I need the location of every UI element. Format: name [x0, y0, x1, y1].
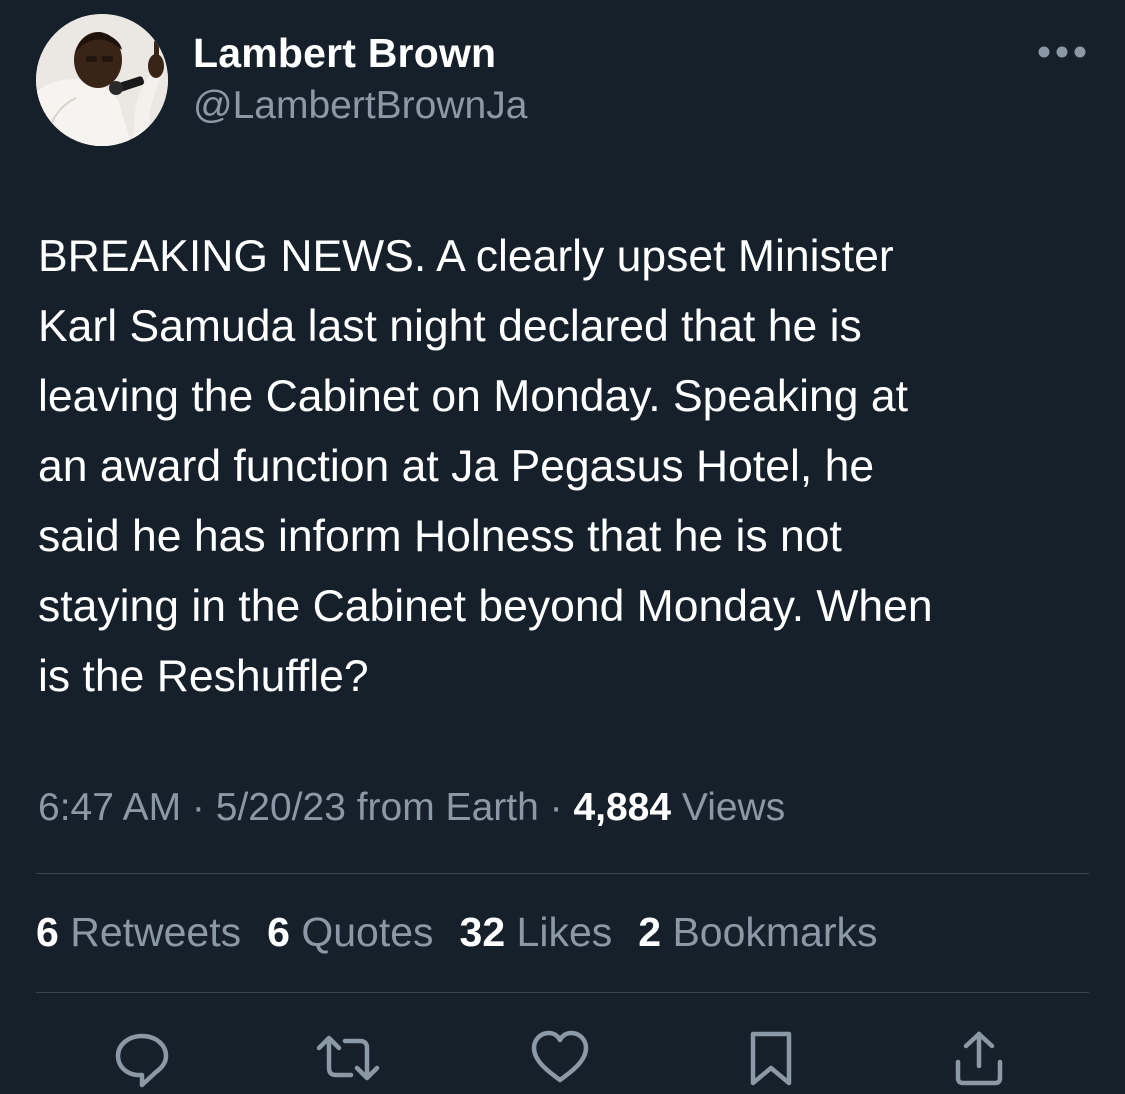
tweet-text: BREAKING NEWS. A clearly upset Minister … — [38, 232, 933, 701]
retweets-count: 6 — [36, 909, 59, 955]
like-button[interactable] — [527, 1028, 593, 1094]
share-button[interactable] — [946, 1028, 1012, 1094]
like-icon — [531, 1030, 589, 1083]
tweet-meta: 6:47 AM · 5/20/23 from Earth · 4,884 Vie… — [38, 786, 785, 830]
likes-stat[interactable]: 32 Likes — [460, 909, 613, 956]
user-handle[interactable]: @LambertBrownJa — [193, 84, 527, 128]
retweets-stat[interactable]: 6 Retweets — [36, 909, 241, 956]
avatar[interactable] — [36, 14, 168, 146]
likes-label: Likes — [505, 909, 613, 955]
meta-separator: · — [181, 786, 216, 829]
bookmarks-label: Bookmarks — [661, 909, 878, 955]
share-icon — [955, 1031, 1003, 1086]
views-label: Views — [671, 786, 786, 829]
quotes-label: Quotes — [289, 909, 434, 955]
likes-count: 32 — [459, 909, 506, 955]
ellipsis-icon — [1038, 46, 1086, 58]
meta-separator: · — [538, 786, 574, 829]
bookmarks-count: 2 — [638, 909, 662, 955]
profile-photo — [36, 14, 168, 146]
tweet-time[interactable]: 6:47 AM — [38, 786, 181, 829]
bookmark-icon — [750, 1031, 792, 1086]
tweet-source: from Earth — [345, 786, 539, 829]
reply-icon — [115, 1033, 169, 1088]
retweet-icon — [316, 1035, 380, 1081]
retweets-label: Retweets — [58, 909, 242, 955]
quotes-stat[interactable]: 6 Quotes — [267, 909, 433, 956]
views-count: 4,884 — [573, 786, 672, 829]
divider — [36, 992, 1089, 993]
divider — [36, 873, 1089, 874]
reply-button[interactable] — [109, 1028, 175, 1094]
bookmarks-stat[interactable]: 2 Bookmarks — [638, 909, 877, 956]
retweet-button[interactable] — [315, 1028, 381, 1094]
bookmark-button[interactable] — [738, 1028, 804, 1094]
engagement-stats: 6 Retweets 6 Quotes 32 Likes 2 Bookmarks — [36, 909, 878, 956]
quotes-count: 6 — [267, 909, 290, 955]
more-options-button[interactable] — [1034, 34, 1090, 70]
display-name[interactable]: Lambert Brown — [193, 30, 496, 77]
tweet-date[interactable]: 5/20/23 — [216, 786, 346, 829]
